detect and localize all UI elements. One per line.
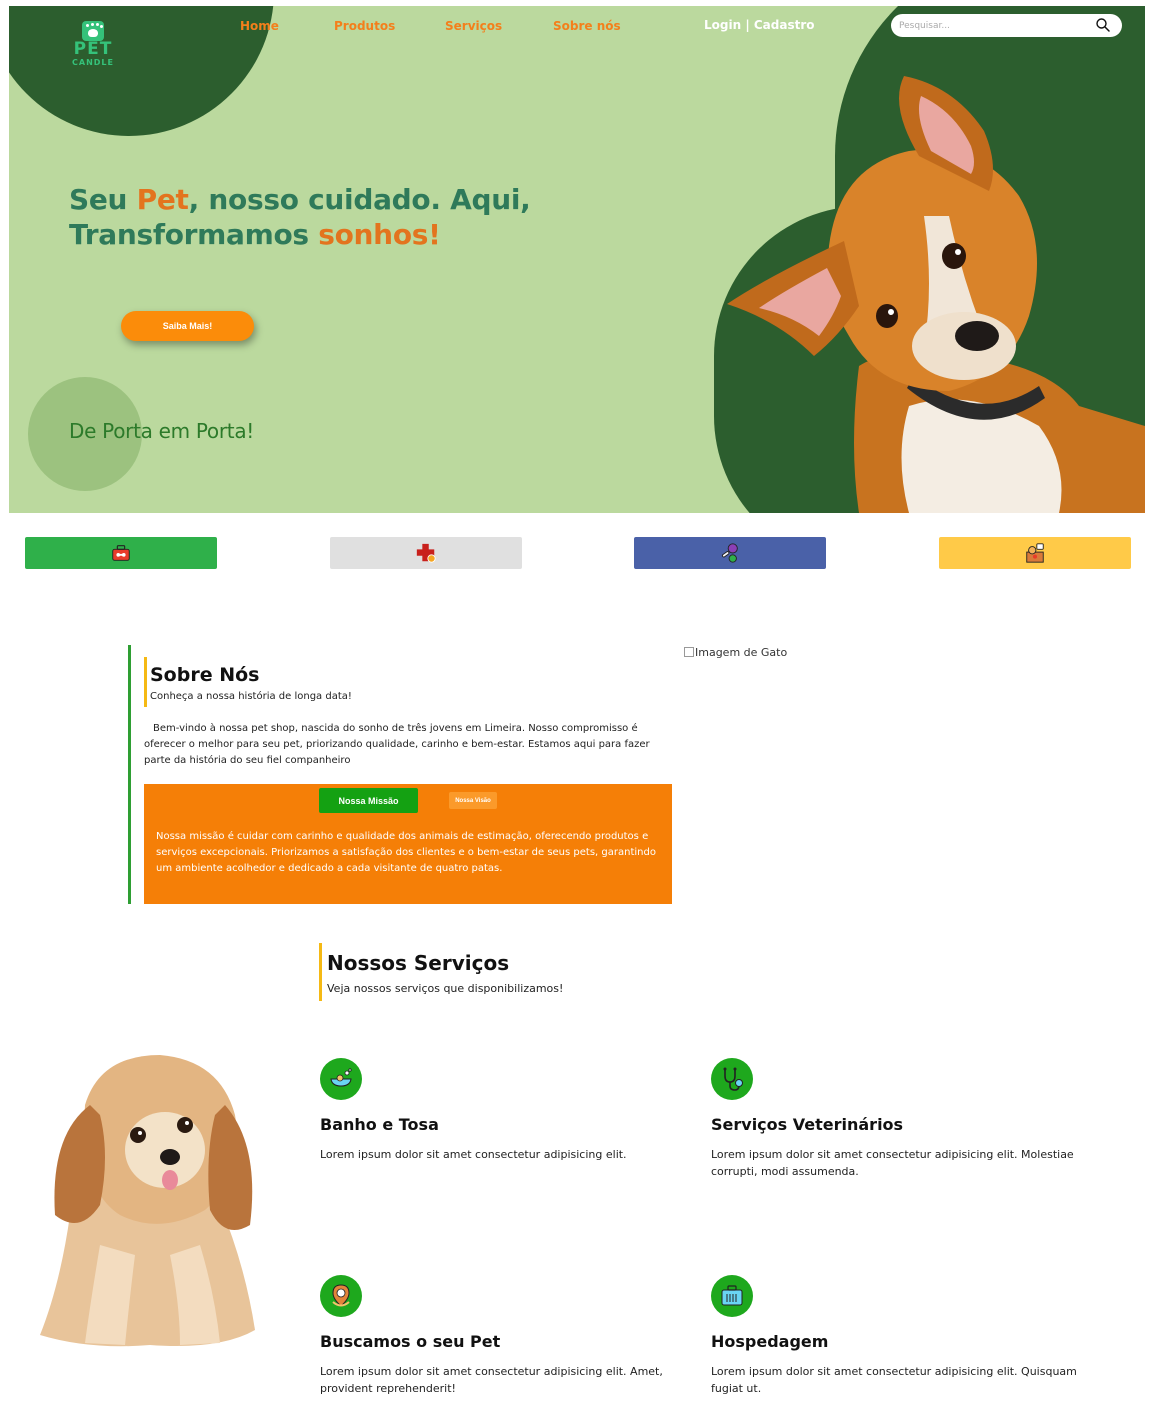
service-icon-wrap bbox=[711, 1275, 753, 1317]
about-subtitle: Conheça a nossa história de longa data! bbox=[150, 691, 352, 702]
broken-image-icon bbox=[684, 647, 694, 657]
service-card[interactable]: Banho e Tosa Lorem ipsum dolor sit amet … bbox=[320, 1058, 700, 1163]
login-cadastro-link[interactable]: Login | Cadastro bbox=[704, 18, 815, 32]
mission-panel: Nossa Missão Nossa Visão Nossa missão é … bbox=[144, 784, 672, 904]
service-card[interactable]: Serviços Veterinários Lorem ipsum dolor … bbox=[711, 1058, 1091, 1180]
service-card[interactable]: Buscamos o seu Pet Lorem ipsum dolor sit… bbox=[320, 1275, 700, 1397]
service-icon-wrap bbox=[711, 1058, 753, 1100]
category-button-kit[interactable] bbox=[25, 537, 217, 569]
service-title: Hospedagem bbox=[711, 1332, 829, 1351]
title-accent-bar bbox=[144, 657, 147, 707]
logo[interactable]: PET CANDLE bbox=[71, 21, 115, 71]
search-bar bbox=[891, 14, 1122, 37]
dog-photo bbox=[727, 76, 1145, 513]
service-text: Lorem ipsum dolor sit amet consectetur a… bbox=[711, 1148, 1074, 1178]
service-text: Lorem ipsum dolor sit amet consectetur a… bbox=[320, 1365, 663, 1395]
tab-nossa-visao[interactable]: Nossa Visão bbox=[449, 792, 497, 809]
title-accent-bar bbox=[319, 943, 322, 1001]
toolbox-icon bbox=[112, 545, 130, 561]
nav-home[interactable]: Home bbox=[240, 19, 279, 35]
search-input[interactable] bbox=[899, 18, 1089, 33]
hero-section: PET CANDLE Home Produtos Serviços Sobre … bbox=[9, 6, 1145, 513]
search-icon[interactable] bbox=[1095, 17, 1111, 33]
service-card[interactable]: Hospedagem Lorem ipsum dolor sit amet co… bbox=[711, 1275, 1091, 1397]
location-pin-icon bbox=[332, 1284, 350, 1307]
headline-highlight: sonhos! bbox=[318, 218, 441, 251]
service-icon-wrap bbox=[320, 1058, 362, 1100]
headline-highlight: Pet bbox=[136, 183, 189, 216]
logo-text: PET bbox=[73, 39, 113, 59]
nav-servicos[interactable]: Serviços bbox=[445, 19, 502, 35]
headline-text: Transformamos bbox=[69, 218, 319, 251]
mission-text: Nossa missão é cuidar com carinho e qual… bbox=[156, 831, 656, 874]
category-button-brinquedos[interactable] bbox=[634, 537, 826, 569]
cat-image: Imagem de Gato bbox=[684, 646, 787, 659]
nav-produtos[interactable]: Produtos bbox=[334, 19, 395, 35]
hero-headline: Seu Pet, nosso cuidado. Aqui, Transforma… bbox=[69, 182, 629, 252]
category-button-saude[interactable] bbox=[330, 537, 522, 569]
puppy-photo bbox=[40, 1055, 255, 1347]
headline-text: , nosso cuidado. Aqui, bbox=[188, 183, 531, 216]
pet-box-icon bbox=[1026, 543, 1044, 563]
services-subtitle: Veja nossos serviços que disponibilizamo… bbox=[327, 982, 564, 995]
paw-icon bbox=[82, 21, 104, 41]
category-button-acessorios[interactable] bbox=[939, 537, 1131, 569]
service-icon-wrap bbox=[320, 1275, 362, 1317]
section-border bbox=[128, 645, 131, 904]
hero-tagline: De Porta em Porta! bbox=[69, 419, 254, 443]
service-title: Serviços Veterinários bbox=[711, 1115, 904, 1134]
services-title: Nossos Serviços bbox=[327, 951, 510, 975]
medical-cross-icon bbox=[416, 543, 436, 563]
about-text: Bem-vindo à nossa pet shop, nascida do s… bbox=[144, 723, 650, 766]
pet-carrier-icon bbox=[721, 1285, 743, 1306]
bathtub-icon bbox=[330, 1068, 352, 1087]
image-alt-text: Imagem de Gato bbox=[695, 646, 788, 659]
toys-icon bbox=[721, 543, 738, 563]
hero-decor-circle bbox=[9, 6, 274, 136]
service-text: Lorem ipsum dolor sit amet consectetur a… bbox=[711, 1365, 1077, 1395]
nav-sobre-nos[interactable]: Sobre nós bbox=[553, 19, 621, 35]
about-title: Sobre Nós bbox=[150, 664, 260, 686]
service-text: Lorem ipsum dolor sit amet consectetur a… bbox=[320, 1148, 627, 1161]
headline-text: Seu bbox=[69, 183, 137, 216]
saiba-mais-button[interactable]: Saiba Mais! bbox=[121, 311, 254, 341]
stethoscope-icon bbox=[723, 1067, 743, 1091]
logo-subtext: CANDLE bbox=[72, 58, 114, 67]
tab-nossa-missao[interactable]: Nossa Missão bbox=[319, 788, 418, 813]
service-title: Buscamos o seu Pet bbox=[320, 1332, 501, 1351]
service-title: Banho e Tosa bbox=[320, 1115, 439, 1134]
